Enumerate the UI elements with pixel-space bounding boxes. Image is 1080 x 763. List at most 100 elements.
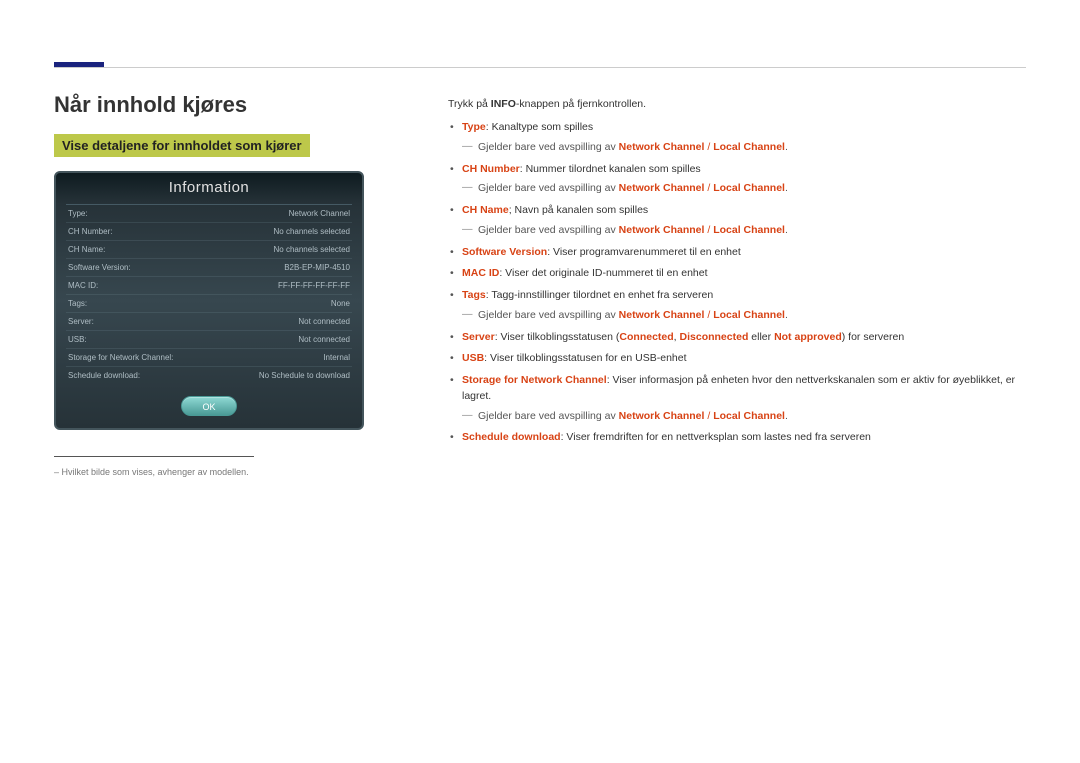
row-value: B2B-EP-MIP-4510 bbox=[284, 263, 350, 272]
sub-sep: / bbox=[704, 410, 713, 422]
sub-lc: Local Channel bbox=[713, 309, 785, 321]
sub-nc: Network Channel bbox=[619, 182, 705, 194]
sub-note: Gjelder bare ved avspilling av Network C… bbox=[462, 409, 1026, 425]
table-row: Software Version: B2B-EP-MIP-4510 bbox=[66, 259, 352, 277]
row-value: No channels selected bbox=[274, 245, 351, 254]
sub-pre: Gjelder bare ved avspilling av bbox=[478, 309, 619, 321]
table-row: Tags:None bbox=[66, 295, 352, 313]
sub-end: . bbox=[785, 309, 788, 321]
list-item: Server: Viser tilkoblingsstatusen (Conne… bbox=[448, 330, 1026, 346]
sub-lc: Local Channel bbox=[713, 182, 785, 194]
sub-nc: Network Channel bbox=[619, 410, 705, 422]
item-label: Storage for Network Channel bbox=[462, 374, 607, 386]
sub-note: Gjelder bare ved avspilling av Network C… bbox=[462, 181, 1026, 197]
intro-info: INFO bbox=[491, 98, 516, 110]
item-label: Tags bbox=[462, 289, 486, 301]
item-text: : Viser tilkoblingsstatusen ( bbox=[495, 331, 620, 343]
section-subheading: Vise detaljene for innholdet som kjører bbox=[54, 134, 310, 157]
row-label: MAC ID: bbox=[68, 281, 98, 290]
information-panel-title: Information bbox=[56, 173, 362, 204]
sub-sep: / bbox=[704, 182, 713, 194]
row-value: No channels selected bbox=[274, 227, 351, 236]
sub-pre: Gjelder bare ved avspilling av bbox=[478, 410, 619, 422]
sub-sep: / bbox=[704, 309, 713, 321]
row-value: Network Channel bbox=[289, 209, 350, 218]
footnote-text: Hvilket bilde som vises, avhenger av mod… bbox=[54, 467, 424, 477]
sub-nc: Network Channel bbox=[619, 309, 705, 321]
server-connected: Connected bbox=[619, 331, 673, 343]
row-value: Not connected bbox=[298, 335, 350, 344]
item-text: : Nummer tilordnet kanalen som spilles bbox=[520, 163, 701, 175]
intro-post: -knappen på fjernkontrollen. bbox=[516, 98, 646, 110]
sub-lc: Local Channel bbox=[713, 141, 785, 153]
item-label: Server bbox=[462, 331, 495, 343]
sub-pre: Gjelder bare ved avspilling av bbox=[478, 224, 619, 236]
item-text: : Tagg-innstillinger tilordnet en enhet … bbox=[486, 289, 713, 301]
table-row: Storage for Network Channel: Internal bbox=[66, 349, 352, 367]
sep: eller bbox=[748, 331, 774, 343]
intro-pre: Trykk på bbox=[448, 98, 491, 110]
table-row: MAC ID: FF-FF-FF-FF-FF-FF bbox=[66, 277, 352, 295]
item-label: CH Name bbox=[462, 204, 509, 216]
item-label: Software Version bbox=[462, 246, 547, 258]
sub-sep: / bbox=[704, 224, 713, 236]
list-item: CH Name; Navn på kanalen som spilles Gje… bbox=[448, 203, 1026, 239]
ok-button[interactable]: OK bbox=[181, 396, 237, 416]
information-panel: Information Type:Network Channel CH Numb… bbox=[54, 171, 364, 430]
sub-note: Gjelder bare ved avspilling av Network C… bbox=[462, 223, 1026, 239]
row-value: FF-FF-FF-FF-FF-FF bbox=[278, 281, 350, 290]
table-row: Schedule download: No Schedule to downloa… bbox=[66, 367, 352, 384]
item-text: ) for serveren bbox=[842, 331, 904, 343]
sub-end: . bbox=[785, 182, 788, 194]
sub-note: Gjelder bare ved avspilling av Network C… bbox=[462, 308, 1026, 324]
item-label: Schedule download bbox=[462, 431, 561, 443]
row-label: Server: bbox=[68, 317, 94, 326]
description-list: Type: Kanaltype som spilles Gjelder bare… bbox=[448, 120, 1026, 446]
item-text: ; Navn på kanalen som spilles bbox=[509, 204, 649, 216]
list-item: Tags: Tagg-innstillinger tilordnet en en… bbox=[448, 288, 1026, 324]
row-value: Internal bbox=[323, 353, 350, 362]
sub-end: . bbox=[785, 410, 788, 422]
row-label: Schedule download: bbox=[68, 371, 140, 380]
sub-nc: Network Channel bbox=[619, 224, 705, 236]
item-text: : Viser tilkoblingsstatusen for en USB-e… bbox=[484, 352, 686, 364]
item-label: USB bbox=[462, 352, 484, 364]
server-notapproved: Not approved bbox=[774, 331, 842, 343]
sub-lc: Local Channel bbox=[713, 224, 785, 236]
item-text: : Kanaltype som spilles bbox=[486, 121, 593, 133]
sub-pre: Gjelder bare ved avspilling av bbox=[478, 182, 619, 194]
item-text: : Viser det originale ID-nummeret til en… bbox=[499, 267, 707, 279]
row-label: CH Number: bbox=[68, 227, 112, 236]
table-row: CH Name: No channels selected bbox=[66, 241, 352, 259]
sub-pre: Gjelder bare ved avspilling av bbox=[478, 141, 619, 153]
table-row: USB: Not connected bbox=[66, 331, 352, 349]
table-row: Type:Network Channel bbox=[66, 205, 352, 223]
list-item: Schedule download: Viser fremdriften for… bbox=[448, 430, 1026, 446]
server-disconnected: Disconnected bbox=[680, 331, 749, 343]
intro-line: Trykk på INFO-knappen på fjernkontrollen… bbox=[448, 98, 1026, 110]
footnote-rule bbox=[54, 456, 254, 457]
list-item: Software Version: Viser programvarenumme… bbox=[448, 245, 1026, 261]
row-label: CH Name: bbox=[68, 245, 105, 254]
information-rows: Type:Network Channel CH Number: No channe… bbox=[66, 204, 352, 384]
list-item: USB: Viser tilkoblingsstatusen for en US… bbox=[448, 351, 1026, 367]
row-label: Storage for Network Channel: bbox=[68, 353, 173, 362]
list-item: Storage for Network Channel: Viser infor… bbox=[448, 373, 1026, 424]
row-value: Not connected bbox=[298, 317, 350, 326]
right-column: Trykk på INFO-knappen på fjernkontrollen… bbox=[448, 92, 1026, 477]
row-label: USB: bbox=[68, 335, 87, 344]
row-value: None bbox=[331, 299, 350, 308]
sub-nc: Network Channel bbox=[619, 141, 705, 153]
sub-end: . bbox=[785, 141, 788, 153]
list-item: Type: Kanaltype som spilles Gjelder bare… bbox=[448, 120, 1026, 156]
list-item: MAC ID: Viser det originale ID-nummeret … bbox=[448, 266, 1026, 282]
sub-end: . bbox=[785, 224, 788, 236]
sub-sep: / bbox=[704, 141, 713, 153]
row-value: No Schedule to download bbox=[259, 371, 350, 380]
item-label: CH Number bbox=[462, 163, 520, 175]
table-row: CH Number: No channels selected bbox=[66, 223, 352, 241]
page-heading: Når innhold kjøres bbox=[54, 92, 424, 118]
table-row: Server: Not connected bbox=[66, 313, 352, 331]
row-label: Software Version: bbox=[68, 263, 131, 272]
list-item: CH Number: Nummer tilordnet kanalen som … bbox=[448, 162, 1026, 198]
